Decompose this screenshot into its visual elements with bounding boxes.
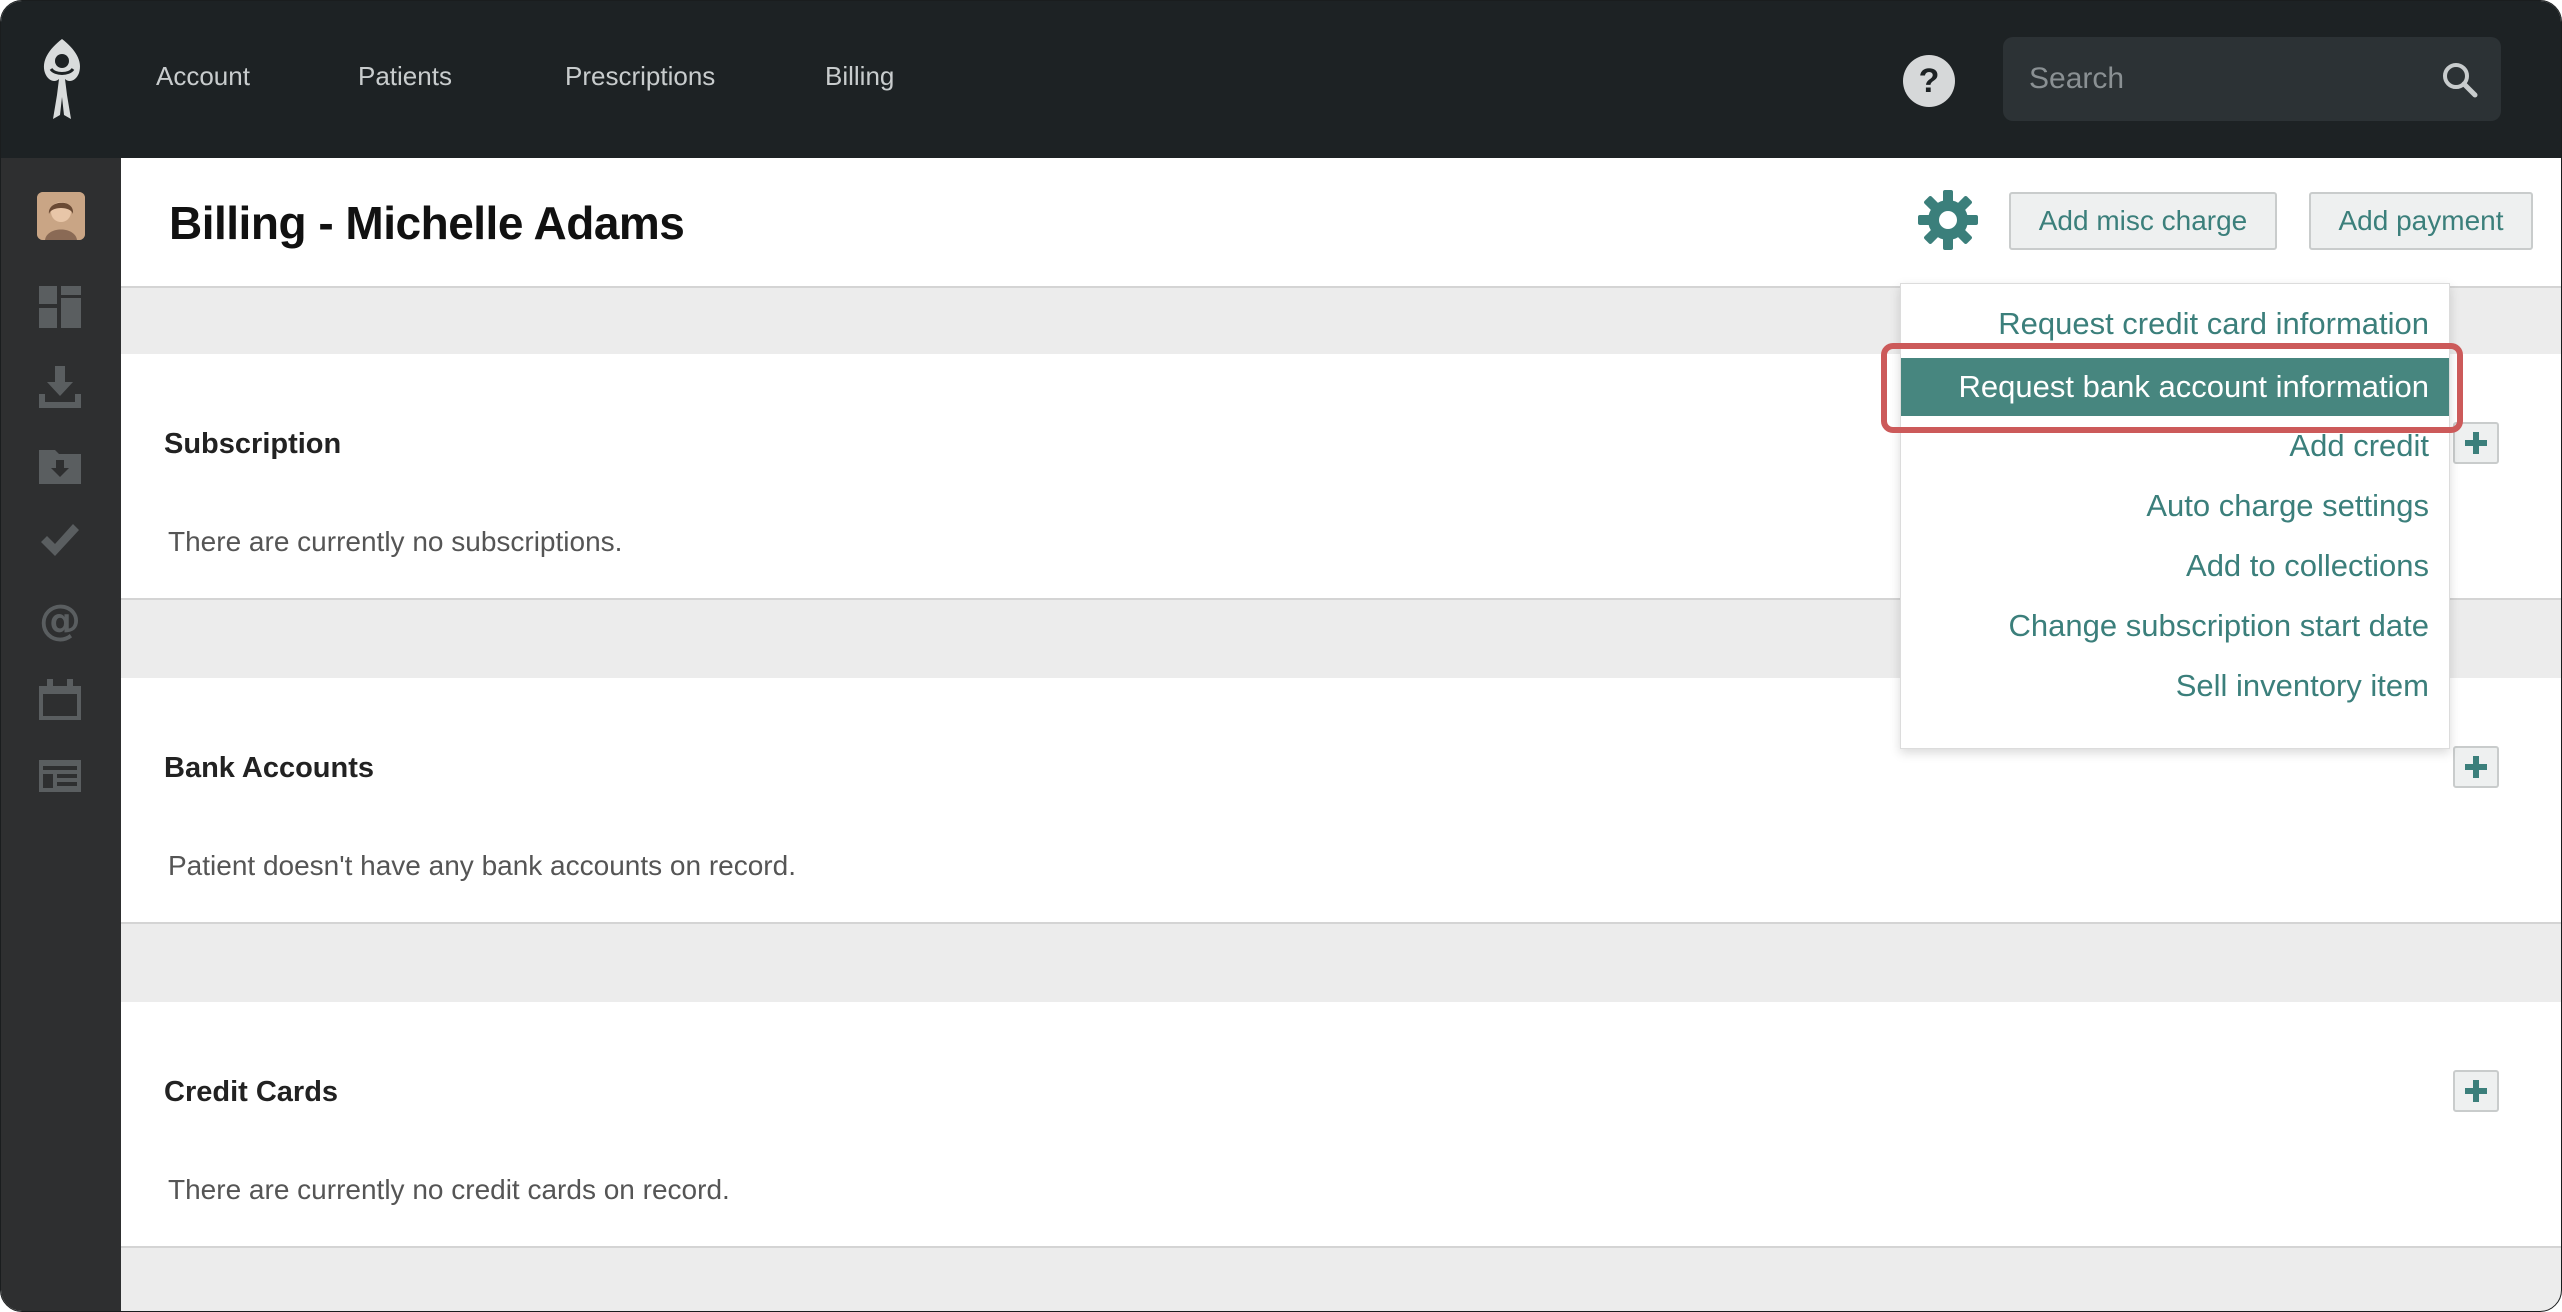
menu-item-add-credit[interactable]: Add credit: [2289, 428, 2429, 464]
empty-message: There are currently no subscriptions.: [168, 526, 623, 557]
app-window: Account Patients Prescriptions Billing ?: [0, 0, 2562, 1312]
avatar-image: [37, 192, 85, 240]
empty-message: Patient doesn't have any bank accounts o…: [168, 850, 796, 881]
avatar[interactable]: [37, 192, 85, 240]
page-title: Billing - Michelle Adams: [169, 197, 685, 249]
add-bank-account-button[interactable]: [2453, 746, 2499, 788]
svg-text:@: @: [39, 596, 81, 642]
nav-billing[interactable]: Billing: [825, 61, 894, 92]
nav-account[interactable]: Account: [156, 61, 250, 92]
gear-icon[interactable]: [1916, 188, 1980, 252]
menu-item-request-credit-card[interactable]: Request credit card information: [1998, 306, 2429, 342]
nav-prescriptions[interactable]: Prescriptions: [565, 61, 715, 92]
plus-icon: [2465, 756, 2487, 778]
menu-item-auto-charge-settings[interactable]: Auto charge settings: [2146, 488, 2429, 524]
sidebar: @: [1, 158, 121, 1311]
nav-patients[interactable]: Patients: [358, 61, 452, 92]
newspaper-icon[interactable]: [37, 752, 83, 798]
plus-icon: [2465, 1080, 2487, 1102]
download-icon[interactable]: [37, 364, 83, 410]
add-payment-button[interactable]: Add payment: [2309, 192, 2533, 250]
search-input[interactable]: [2027, 55, 2411, 103]
top-navbar: Account Patients Prescriptions Billing ?: [1, 1, 2561, 158]
section-title: Bank Accounts: [164, 752, 375, 784]
folder-download-icon[interactable]: [37, 442, 83, 488]
menu-item-sell-inventory-item[interactable]: Sell inventory item: [2176, 668, 2429, 704]
menu-item-change-subscription-start-date[interactable]: Change subscription start date: [2009, 608, 2429, 644]
section-title: Subscription: [164, 428, 342, 460]
dashboard-icon[interactable]: [37, 284, 83, 330]
empty-message: There are currently no credit cards on r…: [168, 1174, 730, 1205]
search-icon[interactable]: [2441, 61, 2479, 99]
search-box: [2003, 37, 2501, 121]
page-header: Billing - Michelle Adams Add misc charge…: [121, 158, 2561, 288]
credit-cards-section: Credit Cards There are currently no cred…: [121, 1002, 2561, 1248]
help-button[interactable]: ?: [1903, 55, 1955, 107]
add-credit-card-button[interactable]: [2453, 1070, 2499, 1112]
at-icon[interactable]: @: [37, 596, 83, 642]
dropdown-caret: [1938, 267, 1970, 283]
menu-item-add-to-collections[interactable]: Add to collections: [2186, 548, 2429, 584]
calendar-icon[interactable]: [37, 676, 83, 722]
check-icon[interactable]: [37, 518, 83, 564]
add-misc-charge-button[interactable]: Add misc charge: [2009, 192, 2277, 250]
app-logo[interactable]: [33, 35, 91, 123]
plus-icon: [2465, 432, 2487, 454]
highlight-annotation: [1881, 343, 2463, 433]
section-title: Credit Cards: [164, 1076, 339, 1108]
